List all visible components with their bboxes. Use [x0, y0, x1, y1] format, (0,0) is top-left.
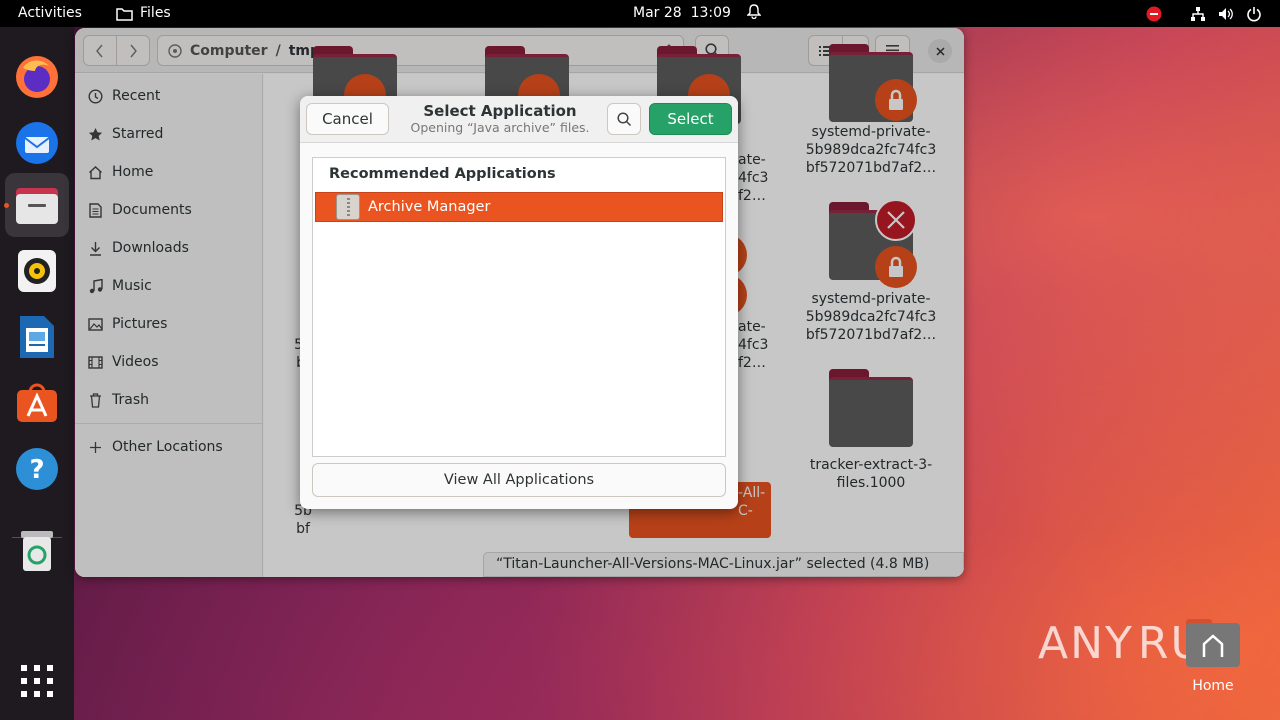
recommended-heading: Recommended Applications: [329, 166, 556, 182]
dock: ?: [0, 27, 74, 720]
active-indicator: [4, 203, 9, 208]
help-icon[interactable]: ?: [5, 437, 69, 501]
dialog-header: Cancel Select Application Opening “Java …: [300, 96, 738, 143]
view-all-applications-button[interactable]: View All Applications: [312, 463, 726, 497]
dialog-subtitle: Opening “Java archive” files.: [410, 120, 590, 135]
activities-button[interactable]: Activities: [18, 0, 82, 27]
network-icon[interactable]: [1190, 6, 1206, 21]
show-apps-icon[interactable]: [5, 649, 69, 713]
home-folder-label: Home: [1192, 678, 1234, 694]
application-list: Recommended Applications Archive Manager: [312, 157, 726, 457]
date-label: Mar 28: [633, 5, 682, 21]
firefox-icon[interactable]: [5, 45, 69, 109]
app-name: Archive Manager: [368, 199, 491, 215]
search-icon: [616, 111, 631, 126]
trash-icon[interactable]: [5, 519, 69, 583]
select-application-dialog: Cancel Select Application Opening “Java …: [300, 96, 738, 509]
libreoffice-writer-icon[interactable]: [5, 305, 69, 369]
cancel-button[interactable]: Cancel: [306, 103, 389, 135]
top-bar: Activities Files Mar 28 13:09: [0, 0, 1280, 27]
select-button[interactable]: Select: [649, 103, 732, 135]
bell-icon: [746, 4, 763, 20]
app-menu[interactable]: Files: [116, 0, 171, 27]
power-icon[interactable]: [1246, 6, 1262, 22]
app-row-archive-manager[interactable]: Archive Manager: [315, 192, 723, 222]
thunderbird-icon[interactable]: [5, 111, 69, 175]
rhythmbox-icon[interactable]: [5, 239, 69, 303]
search-button[interactable]: [607, 103, 641, 135]
folder-icon: [116, 7, 133, 21]
files-icon[interactable]: [5, 173, 69, 237]
home-folder-icon[interactable]: [1184, 617, 1242, 669]
archive-manager-icon: [336, 194, 360, 220]
do-not-disturb-icon[interactable]: [1146, 6, 1162, 22]
app-menu-label: Files: [140, 5, 171, 21]
svg-text:?: ?: [29, 455, 44, 485]
volume-icon[interactable]: [1218, 6, 1234, 21]
time-label: 13:09: [690, 5, 731, 21]
dialog-title: Select Application: [423, 102, 577, 120]
app-center-icon[interactable]: [5, 371, 69, 435]
clock[interactable]: Mar 28 13:09: [633, 0, 763, 27]
